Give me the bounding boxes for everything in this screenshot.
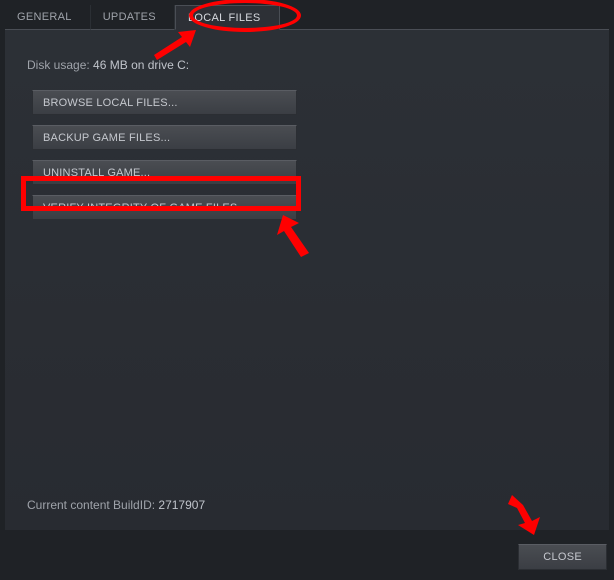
browse-local-files-button[interactable]: BROWSE LOCAL FILES...: [32, 90, 297, 115]
tab-general[interactable]: GENERAL: [5, 5, 91, 30]
uninstall-game-button[interactable]: UNINSTALL GAME...: [32, 160, 297, 185]
build-id-value: 2717907: [158, 498, 205, 512]
footer: CLOSE: [0, 530, 614, 580]
disk-usage-label: Disk usage: 46 MB on drive C:: [27, 58, 587, 72]
backup-game-files-button[interactable]: BACKUP GAME FILES...: [32, 125, 297, 150]
tab-bar: GENERAL UPDATES LOCAL FILES: [5, 5, 609, 30]
content-pane: Disk usage: 46 MB on drive C: BROWSE LOC…: [5, 30, 609, 530]
build-id-row: Current content BuildID: 2717907: [27, 498, 205, 512]
disk-usage-label-text: Disk usage: [27, 58, 86, 72]
disk-usage-value: 46 MB on drive C:: [93, 58, 189, 72]
tab-local-files[interactable]: LOCAL FILES: [175, 5, 280, 30]
close-button[interactable]: CLOSE: [518, 544, 607, 570]
tab-updates[interactable]: UPDATES: [91, 5, 175, 30]
build-id-label: Current content BuildID: [27, 498, 152, 512]
verify-integrity-button[interactable]: VERIFY INTEGRITY OF GAME FILES...: [32, 195, 297, 220]
